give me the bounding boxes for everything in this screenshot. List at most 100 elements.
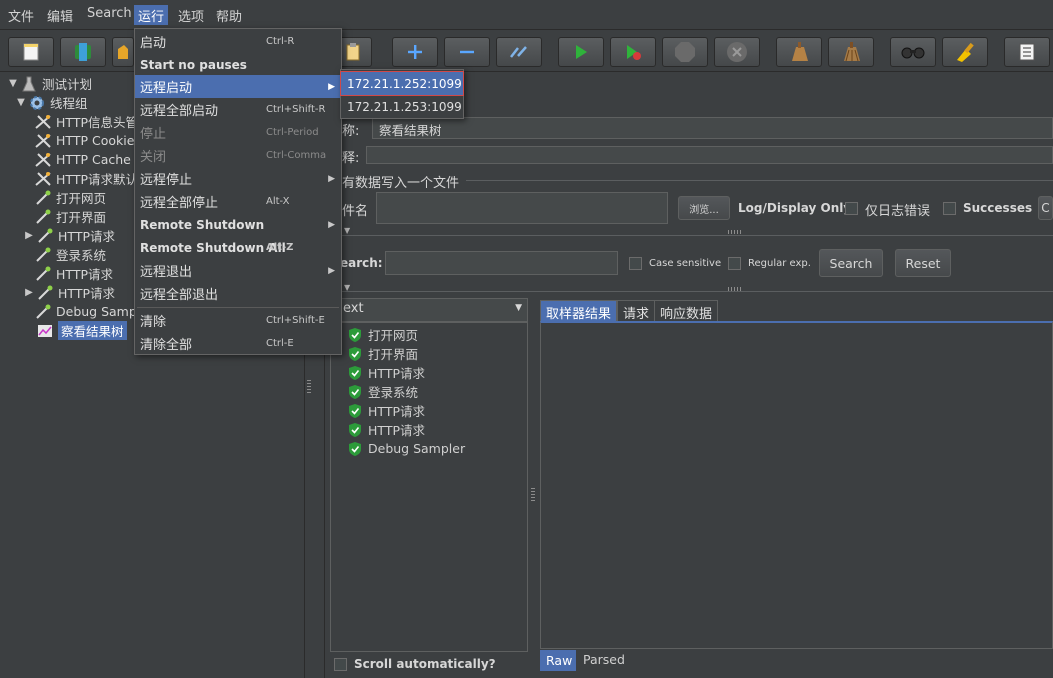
menu-item-start[interactable]: 启动 Ctrl-R [135,30,341,53]
browse-button[interactable]: 浏览... [678,196,730,220]
menu-run[interactable]: 运行 [134,5,169,25]
templates-button[interactable] [60,37,106,67]
tree-node-cookie-manager[interactable]: HTTP Cookie [34,131,134,150]
new-button[interactable] [8,37,54,67]
remote-host-item[interactable]: 172.21.1.252:1099 [340,71,464,96]
successes-checkbox[interactable] [943,202,956,215]
errors-only-checkbox[interactable] [845,202,858,215]
menu-item-remote-stop[interactable]: 远程停止 ▶ [135,167,341,190]
expand-icon[interactable]: ▶ [24,230,34,241]
name-field[interactable]: 察看结果树 [372,117,1053,139]
collapse-icon[interactable]: ▼ [8,78,18,89]
menu-item-label: 启动 [140,36,167,51]
result-item[interactable]: 登录系统 [348,382,418,401]
comment-label: 释: [342,151,360,166]
menu-item-clear-all[interactable]: 清除全部 Ctrl-E [135,332,341,355]
menu-item-remote-shutdown-all[interactable]: Remote Shutdown All Alt-Z [135,236,341,259]
shutdown-icon [726,41,748,63]
menu-item-shutdown[interactable]: 关闭 Ctrl-Comma [135,144,341,167]
menu-item-remote-exit-all[interactable]: 远程全部退出 [135,282,341,305]
success-shield-icon [349,441,361,456]
tree-node-sampler[interactable]: ▶ HTTP请求 [24,226,115,245]
case-sensitive-checkbox[interactable] [629,257,642,270]
scroll-auto-checkbox[interactable] [334,658,347,671]
menu-search[interactable]: Search [83,5,136,25]
add-icon [406,43,424,61]
result-item[interactable]: HTTP请求 [348,420,425,439]
tab-sampler-result[interactable]: 取样器结果 [540,300,618,322]
toggle-icon [508,43,530,61]
collapse-arrow-icon[interactable]: ▼ [344,283,350,292]
splitter-grip[interactable] [728,287,742,291]
add-button[interactable] [392,37,438,67]
expand-icon[interactable]: ▶ [24,287,34,298]
menu-file[interactable]: 文件 [4,5,38,25]
tab-parsed[interactable]: Parsed [578,650,628,671]
tree-node-thread-group[interactable]: ▼ 线程组 [16,93,88,112]
tree-node-test-plan[interactable]: ▼ 测试计划 [8,74,92,93]
tree-node-header-manager[interactable]: HTTP信息头管 [34,112,138,131]
menu-item-remote-start[interactable]: 远程启动 ▶ [135,75,341,98]
tree-node-sampler[interactable]: 登录系统 [34,245,106,264]
clear-button[interactable] [776,37,822,67]
result-item[interactable]: HTTP请求 [348,363,425,382]
tree-node-cache-manager[interactable]: HTTP Cache [34,150,131,169]
tab-request[interactable]: 请求 [617,300,656,322]
menu-item-start-no-pauses[interactable]: Start no pauses [135,53,341,76]
remote-host-item[interactable]: 172.21.1.253:1099 [341,95,463,118]
search-input[interactable] [385,251,618,275]
collapse-icon[interactable]: ▼ [16,97,26,108]
result-item[interactable]: Debug Sampler [348,439,465,458]
search-icon [901,44,925,60]
stop-button[interactable] [662,37,708,67]
tree-node-sampler[interactable]: ▶ HTTP请求 [24,283,115,302]
result-label: HTTP请求 [368,423,425,438]
collapse-arrow-icon[interactable]: ▼ [344,226,350,235]
tab-response-data[interactable]: 响应数据 [654,300,719,322]
toggle-button[interactable] [496,37,542,67]
function-helper-button[interactable] [1004,37,1050,67]
menu-item-remote-stop-all[interactable]: 远程全部停止 Alt-X [135,190,341,213]
start-no-pause-button[interactable] [610,37,656,67]
shutdown-button[interactable] [714,37,760,67]
result-item[interactable]: HTTP请求 [348,401,425,420]
result-item[interactable]: 打开网页 [348,325,418,344]
reset-search-button[interactable] [942,37,988,67]
tree-node-label: 登录系统 [56,248,107,263]
menu-item-remote-start-all[interactable]: 远程全部启动 Ctrl+Shift-R [135,98,341,121]
tree-node-sampler[interactable]: HTTP请求 [34,264,113,283]
splitter-grip[interactable] [531,488,535,502]
tab-raw[interactable]: Raw [540,650,576,671]
tree-node-view-results-tree[interactable]: 察看结果树 [36,321,127,340]
splitter-grip[interactable] [728,230,742,234]
menu-item-remote-shutdown[interactable]: Remote Shutdown ▶ [135,213,341,236]
tree-node-label: HTTP请求默认 [56,172,138,187]
menu-help[interactable]: 帮助 [212,5,246,25]
open-button[interactable] [112,37,134,67]
menu-item-remote-exit[interactable]: 远程退出 ▶ [135,259,341,282]
menu-item-clear[interactable]: 清除 Ctrl+Shift-E [135,309,341,332]
clear-all-button[interactable] [828,37,874,67]
configure-button[interactable]: C [1038,196,1053,220]
tree-node-request-defaults[interactable]: HTTP请求默认 [34,169,138,188]
reset-search-icon [954,41,976,63]
tree-node-label: HTTP请求 [58,229,115,244]
filename-field[interactable] [376,192,668,224]
remove-button[interactable] [444,37,490,67]
renderer-select[interactable]: ext ▼ [330,298,528,322]
menu-options[interactable]: 选项 [174,5,208,25]
tree-node-sampler[interactable]: 打开网页 [34,188,106,207]
search-button[interactable]: Search [819,249,883,277]
menu-item-stop[interactable]: 停止 Ctrl-Period [135,121,341,144]
regex-checkbox[interactable] [728,257,741,270]
comment-field[interactable] [366,146,1053,164]
start-button[interactable] [558,37,604,67]
menu-edit[interactable]: 编辑 [43,5,77,25]
result-item[interactable]: 打开界面 [348,344,418,363]
search-button[interactable] [890,37,936,67]
tree-node-sampler[interactable]: 打开界面 [34,207,106,226]
reset-button[interactable]: Reset [895,249,951,277]
chevron-down-icon[interactable]: ▼ [515,303,522,313]
splitter-grip[interactable] [307,380,311,394]
tree-node-debug-sampler[interactable]: Debug Samp [34,302,137,321]
